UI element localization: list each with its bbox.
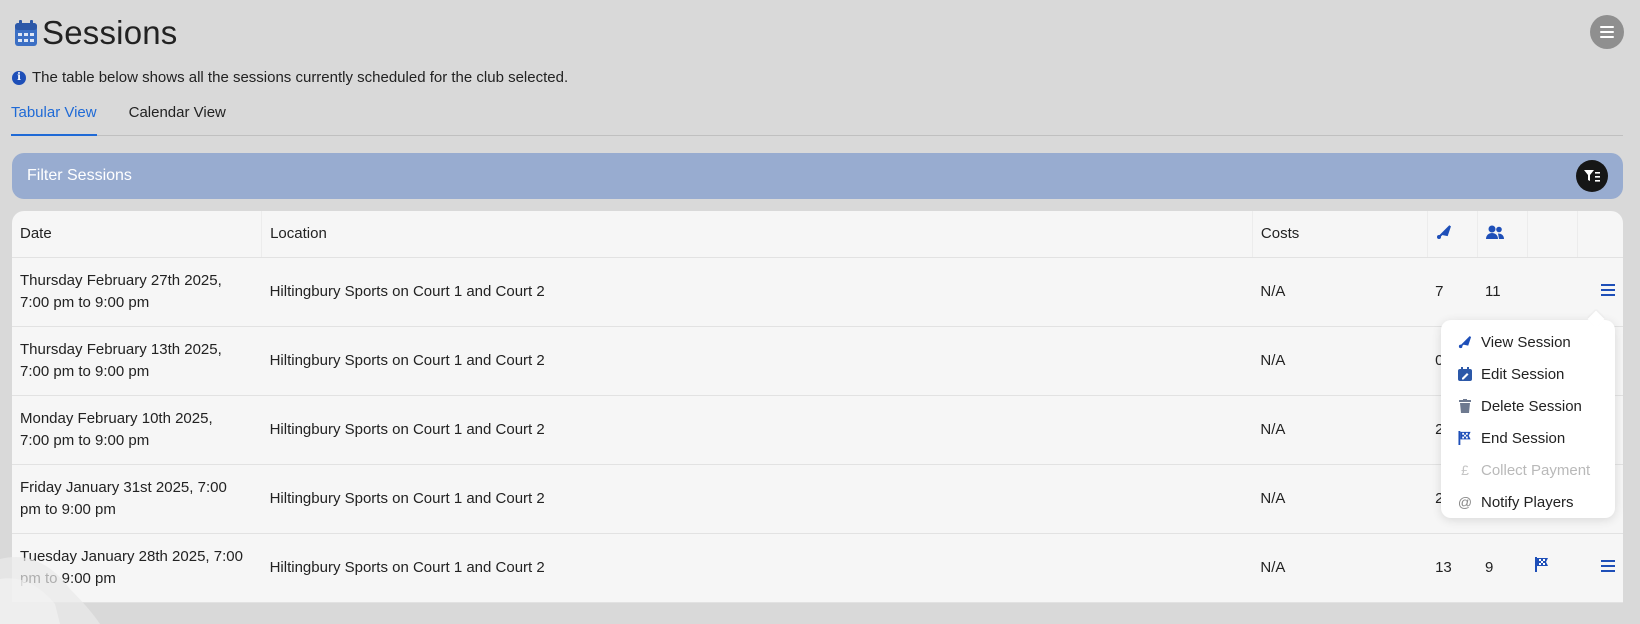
flag-icon: [1535, 556, 1548, 572]
table-row[interactable]: Thursday February 13th 2025, 7:00 pm to 9…: [12, 326, 1623, 396]
pound-icon: £: [1461, 462, 1469, 478]
filter-icon: [1584, 170, 1600, 182]
flag-icon: [1458, 431, 1472, 445]
filter-sessions-title: Filter Sessions: [27, 167, 132, 184]
table-row[interactable]: Friday January 31st 2025, 7:00 pm to 9:00…: [12, 464, 1623, 534]
tab-calendar-view[interactable]: Calendar View: [129, 98, 226, 135]
hamburger-icon: [1601, 283, 1615, 296]
row-shuttles: 7: [1427, 257, 1478, 327]
filter-sessions-bar[interactable]: Filter Sessions: [12, 153, 1623, 199]
decorative-pattern: [0, 557, 100, 624]
info-text: The table below shows all the sessions c…: [32, 69, 569, 86]
menu-item-label: View Session: [1481, 333, 1571, 351]
main-menu-button[interactable]: [1590, 15, 1624, 49]
info-message: i The table below shows all the sessions…: [12, 69, 568, 86]
row-actions-button[interactable]: [1601, 283, 1615, 296]
info-icon: i: [12, 70, 26, 85]
menu-item-delete-session[interactable]: Delete Session: [1441, 390, 1615, 422]
sessions-table: Date Location Costs Thursday February 27…: [12, 211, 1623, 603]
header-shuttles[interactable]: [1426, 211, 1478, 258]
menu-item-label: Edit Session: [1481, 365, 1565, 383]
hamburger-icon: [1600, 26, 1614, 38]
row-date-line1: Thursday February 13th 2025,: [20, 340, 222, 358]
shuttlecock-icon: [1458, 335, 1472, 349]
row-costs: N/A: [1252, 464, 1428, 534]
row-status: [1527, 533, 1577, 603]
menu-item-view-session[interactable]: View Session: [1441, 326, 1615, 358]
row-date-line2: 7:00 pm to 9:00 pm: [20, 362, 150, 380]
trash-icon: [1458, 399, 1472, 413]
row-location: Hiltingbury Sports on Court 1 and Court …: [261, 464, 1253, 534]
row-players: 9: [1477, 533, 1527, 603]
at-icon: @: [1457, 494, 1473, 510]
row-date-line1: Thursday February 27th 2025,: [20, 271, 222, 289]
header-status: [1526, 211, 1577, 258]
view-tabs: Tabular View Calendar View: [11, 98, 1623, 136]
header-actions: [1576, 211, 1623, 258]
menu-item-label: Notify Players: [1481, 493, 1574, 511]
header-costs[interactable]: Costs: [1251, 211, 1428, 258]
row-location: Hiltingbury Sports on Court 1 and Court …: [261, 326, 1253, 396]
row-costs: N/A: [1252, 533, 1428, 603]
session-actions-menu: View Session Edit Session Delete Session…: [1441, 320, 1615, 518]
hamburger-icon: [1601, 559, 1615, 572]
row-location: Hiltingbury Sports on Court 1 and Court …: [261, 395, 1253, 465]
header-players[interactable]: [1476, 211, 1527, 258]
menu-item-edit-session[interactable]: Edit Session: [1441, 358, 1615, 390]
tab-tabular-view[interactable]: Tabular View: [11, 98, 97, 136]
row-costs: N/A: [1252, 257, 1428, 327]
row-date-line2: 7:00 pm to 9:00 pm: [20, 293, 150, 311]
table-row[interactable]: Tuesday January 28th 2025, 7:00 pm to 9:0…: [12, 533, 1623, 603]
row-location: Hiltingbury Sports on Court 1 and Court …: [261, 533, 1253, 603]
table-header-row: Date Location Costs: [12, 211, 1623, 258]
calendar-edit-icon: [1458, 367, 1472, 381]
row-date-line1: Friday January 31st 2025, 7:00: [20, 478, 227, 496]
menu-item-notify-players[interactable]: @ Notify Players: [1441, 486, 1615, 518]
row-costs: N/A: [1252, 395, 1428, 465]
row-date-line1: Monday February 10th 2025,: [20, 409, 213, 427]
menu-item-label: End Session: [1481, 429, 1566, 447]
header-date[interactable]: Date: [12, 211, 262, 258]
calendar-icon: [14, 19, 38, 47]
table-row[interactable]: Thursday February 27th 2025, 7:00 pm to 9…: [12, 257, 1623, 327]
menu-item-label: Delete Session: [1481, 397, 1582, 415]
row-date-line2: 7:00 pm to 9:00 pm: [20, 431, 150, 449]
menu-item-collect-payment: £ Collect Payment: [1441, 454, 1615, 486]
row-status: [1527, 257, 1577, 327]
row-shuttles: 13: [1427, 533, 1478, 603]
users-icon: [1485, 225, 1504, 239]
row-location: Hiltingbury Sports on Court 1 and Court …: [261, 257, 1253, 327]
filter-toggle-button[interactable]: [1576, 160, 1608, 192]
menu-item-label: Collect Payment: [1481, 461, 1591, 479]
menu-item-end-session[interactable]: End Session: [1441, 422, 1615, 454]
shuttlecock-icon: [1436, 225, 1451, 239]
page-header: Sessions: [14, 14, 178, 52]
row-date-line2: pm to 9:00 pm: [20, 500, 116, 518]
row-actions-button[interactable]: [1601, 559, 1615, 572]
row-costs: N/A: [1252, 326, 1428, 396]
header-location[interactable]: Location: [261, 211, 1253, 258]
page-title: Sessions: [42, 14, 178, 51]
table-row[interactable]: Monday February 10th 2025, 7:00 pm to 9:0…: [12, 395, 1623, 465]
row-players: 11: [1477, 257, 1527, 327]
